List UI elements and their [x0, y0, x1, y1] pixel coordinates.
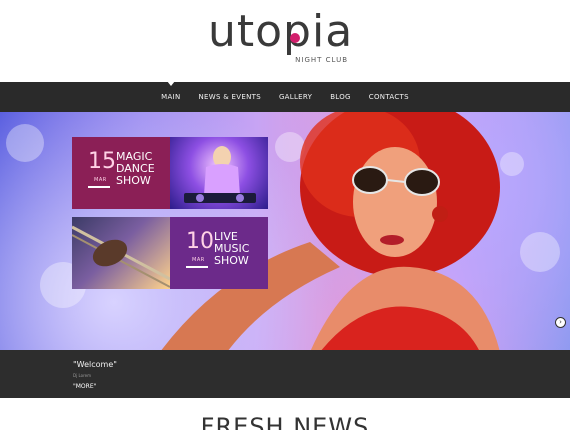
logo-wordmark: utopia [208, 6, 354, 57]
guitar-hand [72, 225, 171, 288]
promo-text-panel: 15 MAR MAGIC DANCE SHOW [72, 137, 170, 209]
promo-card-magic-dance[interactable]: 15 MAR MAGIC DANCE SHOW [72, 137, 268, 209]
nav-item-main[interactable]: MAIN [152, 81, 189, 112]
slide-caption: "Welcome" Dj Lorem "MORE" [0, 350, 570, 398]
header: utopia NIGHT CLUB [0, 0, 570, 82]
dj-silhouette [184, 146, 256, 203]
promo-card-live-music[interactable]: 10 MAR LIVE MUSIC SHOW [72, 217, 268, 289]
nav-items: MAIN NEWS & EVENTS GALLERY BLOG CONTACTS [0, 81, 570, 112]
logo-accent-dot [290, 33, 300, 43]
bokeh-light [6, 124, 44, 162]
caption-subtitle: Dj Lorem [73, 373, 91, 378]
promo-month: MAR [192, 257, 205, 263]
site-logo[interactable]: utopia NIGHT CLUB [208, 6, 362, 66]
nav-item-contacts[interactable]: CONTACTS [360, 82, 418, 112]
promo-month: MAR [94, 177, 107, 183]
promo-title: MAGIC DANCE SHOW [116, 150, 155, 187]
promo-title: LIVE MUSIC SHOW [214, 230, 250, 267]
more-link[interactable]: "MORE" [73, 383, 96, 390]
dj-photo [170, 137, 268, 209]
hero-slider: 15 MAR MAGIC DANCE SHOW 10 MAR LIVE MUSI… [0, 112, 570, 350]
section-title: FRESH NEWS [200, 413, 370, 430]
nav-item-news-events[interactable]: NEWS & EVENTS [190, 82, 270, 112]
fresh-news-section: FRESH NEWS [0, 398, 570, 430]
main-nav: MAIN NEWS & EVENTS GALLERY BLOG CONTACTS [0, 81, 570, 112]
promo-divider [186, 266, 208, 268]
promo-text-panel: 10 MAR LIVE MUSIC SHOW [170, 217, 268, 289]
nav-item-gallery[interactable]: GALLERY [270, 82, 321, 112]
guitar-photo [72, 217, 171, 289]
promo-day: 15 [88, 149, 116, 174]
caption-title: "Welcome" [73, 360, 117, 369]
promo-day: 10 [186, 229, 214, 254]
logo-subtitle: NIGHT CLUB [295, 56, 348, 64]
nav-item-blog[interactable]: BLOG [321, 82, 360, 112]
promo-divider [88, 186, 110, 188]
chevron-right-icon[interactable]: › [555, 317, 566, 328]
